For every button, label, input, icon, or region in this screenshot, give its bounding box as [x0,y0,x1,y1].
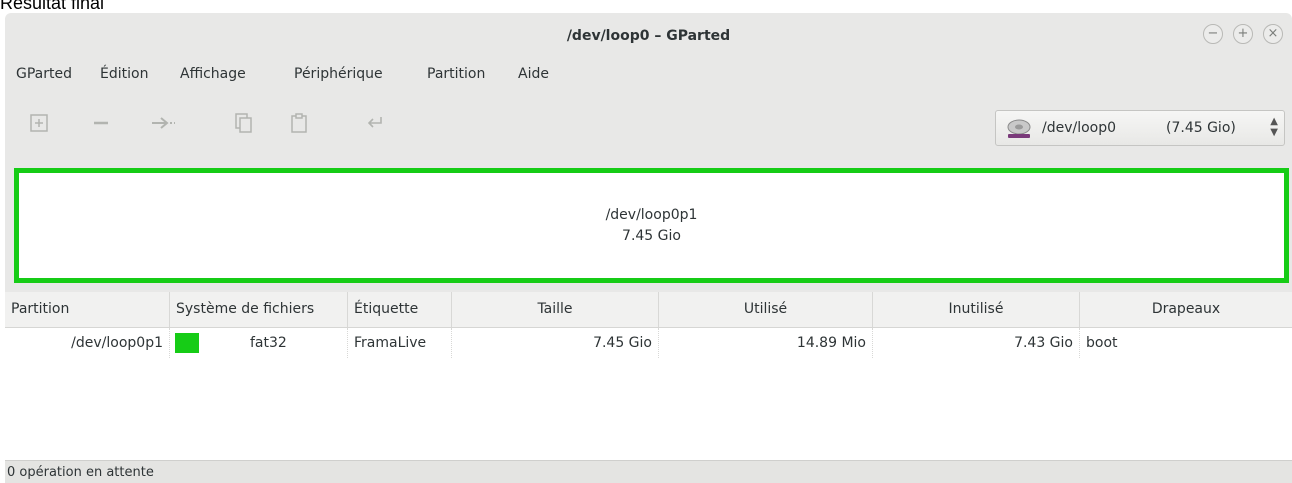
col-used[interactable]: Utilisé [659,292,873,327]
close-button[interactable]: × [1263,24,1283,44]
partition-map[interactable]: /dev/loop0p1 7.45 Gio [14,168,1289,283]
menu-aide[interactable]: Aide [518,66,549,82]
paste-icon[interactable] [285,112,313,136]
table-row[interactable]: /dev/loop0p1 fat32 FramaLive 7.45 Gio 14… [5,328,1292,358]
new-partition-icon[interactable] [25,112,53,136]
menu-affichage[interactable]: Affichage [180,66,246,82]
harddisk-icon [1006,118,1032,138]
menu-peripherique[interactable]: Périphérique [294,66,383,82]
cell-unused: 7.43 Gio [873,328,1080,358]
filesystem-color-swatch [175,333,199,353]
title-bar: /dev/loop0 – GParted − + × [5,13,1292,63]
spinner-arrows-icon: ▲ ▼ [1270,116,1278,138]
partition-map-path: /dev/loop0p1 [605,207,698,223]
menu-bar: GParted Édition Affichage Périphérique P… [5,62,1292,88]
col-flags[interactable]: Drapeaux [1080,292,1292,327]
toolbar: /dev/loop0 (7.45 Gio) ▲ ▼ [5,98,1292,152]
minimize-button[interactable]: − [1203,24,1223,44]
cell-flags: boot [1086,335,1118,351]
maximize-button[interactable]: + [1233,24,1253,44]
delete-icon[interactable] [87,112,115,136]
status-bar: 0 opération en attente [5,460,1292,483]
device-size: (7.45 Gio) [1166,120,1236,136]
table-header: Partition Système de fichiers Étiquette … [5,292,1292,328]
device-selector[interactable]: /dev/loop0 (7.45 Gio) ▲ ▼ [995,110,1285,146]
menu-edition[interactable]: Édition [100,66,148,82]
col-filesystem[interactable]: Système de fichiers [170,292,348,327]
col-size[interactable]: Taille [452,292,659,327]
menu-gparted[interactable]: GParted [16,66,72,82]
partition-map-size: 7.45 Gio [622,228,681,244]
cell-partition: /dev/loop0p1 [5,328,170,358]
col-unused[interactable]: Inutilisé [873,292,1080,327]
resize-move-icon[interactable] [149,112,177,136]
col-label[interactable]: Étiquette [348,292,452,327]
device-path: /dev/loop0 [1042,120,1117,136]
gparted-window: /dev/loop0 – GParted − + × GParted Éditi… [5,13,1292,483]
partition-table: Partition Système de fichiers Étiquette … [5,292,1292,460]
cell-filesystem: fat32 [205,328,348,358]
col-partition[interactable]: Partition [5,292,170,327]
cell-used: 14.89 Mio [659,328,873,358]
undo-icon[interactable] [361,112,389,136]
status-text: 0 opération en attente [7,465,154,480]
copy-icon[interactable] [229,112,257,136]
menu-partition[interactable]: Partition [427,66,485,82]
cell-label: FramaLive [348,328,452,358]
caption-text: Résultat final [0,0,105,13]
window-title: /dev/loop0 – GParted [566,28,731,44]
cell-size: 7.45 Gio [452,328,659,358]
